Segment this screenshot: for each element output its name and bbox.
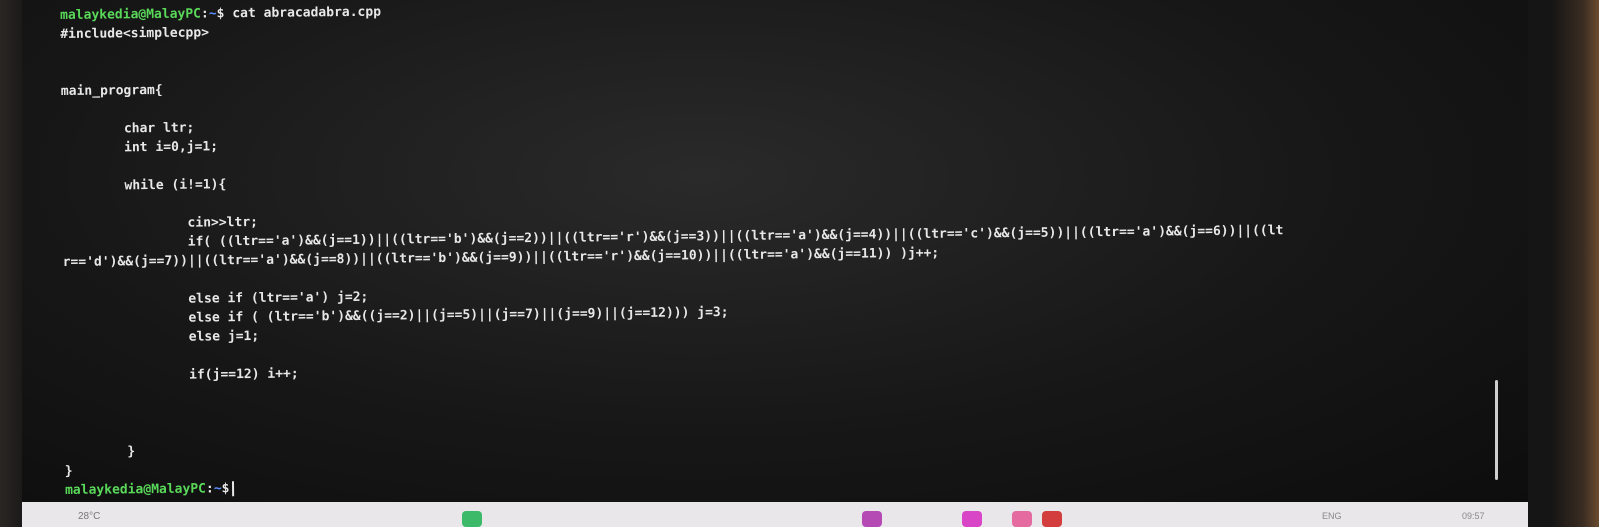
weather-widget[interactable]: 28°C (78, 511, 100, 522)
text-cursor (232, 481, 235, 497)
prompt-user-host: malaykedia@MalayPC (64, 481, 207, 498)
file-content: #include<simplecpp> main_program{ char lt… (60, 10, 1505, 481)
app-icon[interactable] (462, 511, 482, 527)
command-text: cat abracadabra.cpp (232, 4, 382, 22)
prompt-user-host: malaykedia@MalayPC (60, 6, 202, 23)
language-indicator[interactable]: ENG (1322, 511, 1342, 521)
terminal-output: malaykedia@MalayPC:~$ cat abracadabra.cp… (60, 0, 1505, 500)
app-icon[interactable] (962, 511, 982, 527)
clock[interactable]: 09:57 (1462, 511, 1485, 521)
prompt-path: ~ (208, 6, 217, 22)
app-icon[interactable] (1012, 511, 1032, 527)
terminal-window[interactable]: malaykedia@MalayPC:~$ cat abracadabra.cp… (22, 0, 1528, 502)
app-icon[interactable] (1042, 511, 1062, 527)
taskbar: 28°C ENG 09:57 (22, 502, 1528, 527)
prompt-path: ~ (213, 481, 222, 497)
prompt-separator: : (200, 6, 209, 22)
prompt-separator: : (205, 481, 214, 497)
prompt-symbol: $ (221, 481, 230, 497)
app-icon[interactable] (862, 511, 882, 527)
terminal-scrollbar[interactable] (1495, 380, 1498, 480)
prompt-symbol: $ (216, 6, 225, 22)
